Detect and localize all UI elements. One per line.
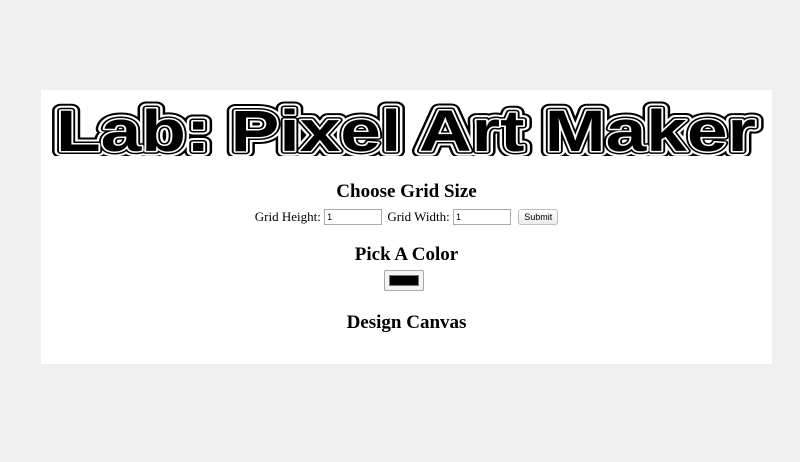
main-panel: Lab: Pixel Art Maker Lab: Pixel Art Make… bbox=[41, 90, 772, 364]
pixel-canvas[interactable] bbox=[381, 342, 431, 352]
grid-width-input[interactable] bbox=[453, 209, 511, 226]
grid-height-label: Grid Height: bbox=[254, 209, 321, 225]
submit-button[interactable]: Submit bbox=[518, 209, 559, 226]
grid-width-label: Grid Width: bbox=[387, 209, 450, 225]
grid-size-form: Grid Height: Grid Width: Submit bbox=[41, 207, 772, 226]
color-swatch bbox=[389, 275, 419, 286]
choose-grid-size-heading: Choose Grid Size bbox=[336, 181, 477, 202]
svg-text:Lab: Pixel Art Maker: Lab: Pixel Art Maker bbox=[56, 99, 756, 156]
color-picker[interactable] bbox=[384, 270, 424, 291]
page-title: Lab: Pixel Art Maker Lab: Pixel Art Make… bbox=[41, 96, 772, 156]
grid-height-input[interactable] bbox=[324, 209, 383, 226]
design-canvas-heading: Design Canvas bbox=[346, 312, 467, 333]
page-title-graphic: Lab: Pixel Art Maker Lab: Pixel Art Make… bbox=[49, 96, 763, 156]
pick-color-heading: Pick A Color bbox=[354, 244, 459, 265]
